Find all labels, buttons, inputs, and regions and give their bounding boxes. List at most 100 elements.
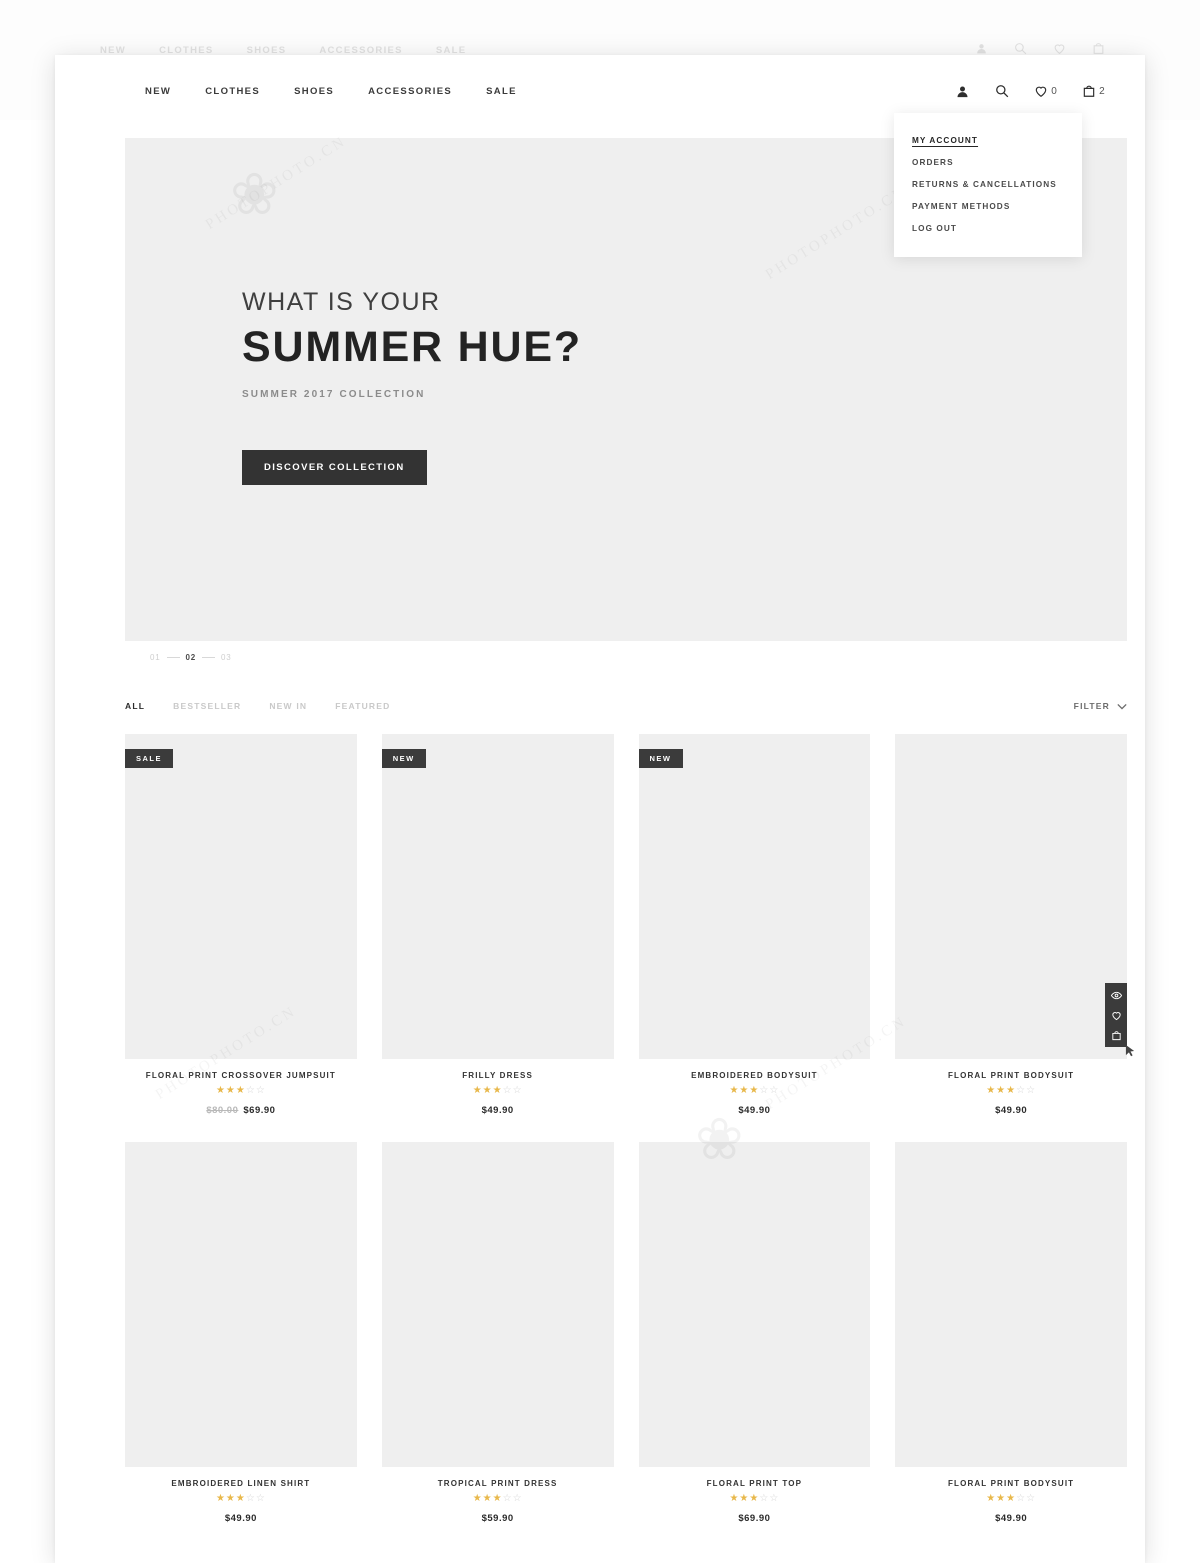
product-title[interactable]: EMBROIDERED LINEN SHIRT bbox=[125, 1479, 357, 1488]
star-filled-icon: ★ bbox=[225, 1493, 236, 1504]
product-current-price: $49.90 bbox=[995, 1105, 1028, 1116]
discover-collection-button[interactable]: DISCOVER COLLECTION bbox=[242, 449, 427, 485]
product-current-price: $49.90 bbox=[738, 1105, 771, 1116]
quickview-button[interactable] bbox=[1109, 988, 1123, 1002]
tab-featured[interactable]: FEATURED bbox=[335, 701, 390, 711]
product-title[interactable]: FLORAL PRINT CROSSOVER JUMPSUIT bbox=[125, 1071, 357, 1080]
bag-icon bbox=[1083, 85, 1095, 97]
tab-all[interactable]: ALL bbox=[125, 701, 145, 711]
product-info: FLORAL PRINT BODYSUIT ★★★☆☆ $49.90 bbox=[895, 1467, 1127, 1524]
slide-indicator-03[interactable]: 03 bbox=[221, 653, 232, 662]
product-info: TROPICAL PRINT DRESS ★★★☆☆ $59.90 bbox=[382, 1467, 614, 1524]
product-card[interactable]: FLORAL PRINT BODYSUIT ★★★☆☆ $49.90 bbox=[895, 734, 1135, 1116]
star-filled-icon: ★ bbox=[472, 1085, 483, 1096]
product-title[interactable]: FLORAL PRINT BODYSUIT bbox=[895, 1071, 1127, 1080]
bag-button[interactable]: 2 bbox=[1082, 84, 1105, 98]
product-card[interactable]: NEW EMBROIDERED BODYSUIT ★★★☆☆ $49.90 bbox=[638, 734, 871, 1116]
star-empty-icon: ☆ bbox=[512, 1085, 523, 1096]
product-rating: ★★★☆☆ bbox=[382, 1086, 614, 1096]
menu-item-payment-methods[interactable]: PAYMENT METHODS bbox=[894, 195, 1082, 217]
wishlist-button[interactable]: 0 bbox=[1034, 84, 1057, 98]
star-filled-icon: ★ bbox=[1006, 1493, 1017, 1504]
product-card[interactable]: FLORAL PRINT TOP ★★★☆☆ $69.90 bbox=[638, 1142, 871, 1524]
product-rating: ★★★☆☆ bbox=[895, 1086, 1127, 1096]
add-to-wishlist-button[interactable] bbox=[1109, 1008, 1123, 1022]
product-price: $49.90 bbox=[125, 1513, 357, 1524]
menu-item-orders[interactable]: ORDERS bbox=[894, 151, 1082, 173]
tab-new-in[interactable]: NEW IN bbox=[269, 701, 307, 711]
nav-item-clothes[interactable]: CLOTHES bbox=[205, 86, 260, 97]
hero-slider-pagination: 01 02 03 bbox=[150, 653, 1145, 662]
menu-item-my-account[interactable]: MY ACCOUNT bbox=[894, 129, 1082, 151]
product-rating: ★★★☆☆ bbox=[639, 1494, 871, 1504]
product-image-placeholder[interactable] bbox=[638, 1142, 871, 1467]
star-empty-icon: ☆ bbox=[502, 1085, 513, 1096]
product-image-placeholder[interactable]: SALE bbox=[125, 734, 357, 1059]
product-title[interactable]: FLORAL PRINT TOP bbox=[639, 1479, 871, 1488]
product-title[interactable]: EMBROIDERED BODYSUIT bbox=[639, 1071, 871, 1080]
product-price: $59.90 bbox=[382, 1513, 614, 1524]
product-card[interactable]: SALE FLORAL PRINT CROSSOVER JUMPSUIT ★★★☆☆… bbox=[125, 734, 357, 1116]
filter-dropdown-toggle[interactable]: FILTER bbox=[1074, 701, 1127, 711]
product-current-price: $59.90 bbox=[481, 1513, 514, 1524]
product-grid: SALE FLORAL PRINT CROSSOVER JUMPSUIT ★★★☆☆… bbox=[125, 734, 1135, 1524]
product-card[interactable]: EMBROIDERED LINEN SHIRT ★★★☆☆ $49.90 bbox=[125, 1142, 357, 1524]
product-info: FLORAL PRINT TOP ★★★☆☆ $69.90 bbox=[639, 1467, 871, 1524]
product-image-placeholder[interactable] bbox=[895, 1142, 1127, 1467]
star-filled-icon: ★ bbox=[215, 1493, 226, 1504]
nav-item-new[interactable]: NEW bbox=[145, 86, 171, 97]
product-image-placeholder[interactable]: NEW bbox=[381, 734, 614, 1059]
product-image-placeholder[interactable]: NEW bbox=[638, 734, 871, 1059]
header-icons: 0 2 bbox=[955, 84, 1105, 99]
product-current-price: $69.90 bbox=[243, 1105, 276, 1116]
star-empty-icon: ☆ bbox=[769, 1493, 780, 1504]
nav-item-sale[interactable]: SALE bbox=[486, 86, 517, 97]
product-image-placeholder[interactable] bbox=[895, 734, 1135, 1059]
product-price: $80.00 $69.90 bbox=[125, 1105, 357, 1116]
bag-icon bbox=[1111, 1030, 1121, 1040]
product-price: $69.90 bbox=[639, 1513, 871, 1524]
product-image-placeholder[interactable] bbox=[125, 1142, 357, 1467]
product-title[interactable]: FRILLY DRESS bbox=[382, 1071, 614, 1080]
star-filled-icon: ★ bbox=[482, 1085, 493, 1096]
nav-item-accessories[interactable]: ACCESSORIES bbox=[368, 86, 452, 97]
product-card[interactable]: NEW FRILLY DRESS ★★★☆☆ $49.90 bbox=[381, 734, 614, 1116]
product-image-placeholder[interactable] bbox=[381, 1142, 614, 1467]
bag-count: 2 bbox=[1099, 85, 1105, 97]
search-button[interactable] bbox=[995, 84, 1009, 98]
product-rating: ★★★☆☆ bbox=[382, 1494, 614, 1504]
account-button[interactable] bbox=[955, 84, 970, 99]
product-info: EMBROIDERED LINEN SHIRT ★★★☆☆ $49.90 bbox=[125, 1467, 357, 1524]
tab-bestseller[interactable]: BESTSELLER bbox=[173, 701, 241, 711]
product-card[interactable]: FLORAL PRINT BODYSUIT ★★★☆☆ $49.90 bbox=[895, 1142, 1127, 1524]
nav-item-shoes[interactable]: SHOES bbox=[294, 86, 334, 97]
menu-item-returns-cancellations[interactable]: RETURNS & CANCELLATIONS bbox=[894, 173, 1082, 195]
star-filled-icon: ★ bbox=[235, 1085, 246, 1096]
star-empty-icon: ☆ bbox=[759, 1493, 770, 1504]
product-info: FLORAL PRINT CROSSOVER JUMPSUIT ★★★☆☆ $80.… bbox=[125, 1059, 357, 1116]
product-card[interactable]: TROPICAL PRINT DRESS ★★★☆☆ $59.90 bbox=[381, 1142, 614, 1524]
slide-indicator-02[interactable]: 02 bbox=[186, 653, 197, 662]
product-rating: ★★★☆☆ bbox=[639, 1086, 871, 1096]
menu-item-log-out[interactable]: LOG OUT bbox=[894, 217, 1082, 239]
star-empty-icon: ☆ bbox=[759, 1085, 770, 1096]
slide-indicator-01[interactable]: 01 bbox=[150, 653, 161, 662]
star-filled-icon: ★ bbox=[729, 1085, 740, 1096]
product-price: $49.90 bbox=[895, 1513, 1127, 1524]
category-tabs: ALL BESTSELLER NEW IN FEATURED bbox=[125, 701, 390, 711]
star-empty-icon: ☆ bbox=[769, 1085, 780, 1096]
star-filled-icon: ★ bbox=[235, 1493, 246, 1504]
product-badge: NEW bbox=[381, 749, 426, 768]
star-filled-icon: ★ bbox=[996, 1493, 1007, 1504]
star-filled-icon: ★ bbox=[472, 1493, 483, 1504]
add-to-cart-button[interactable] bbox=[1109, 1028, 1123, 1042]
star-filled-icon: ★ bbox=[749, 1493, 760, 1504]
product-info: EMBROIDERED BODYSUIT ★★★☆☆ $49.90 bbox=[639, 1059, 871, 1116]
product-old-price: $80.00 bbox=[206, 1105, 239, 1116]
star-empty-icon: ☆ bbox=[1016, 1493, 1027, 1504]
product-title[interactable]: FLORAL PRINT BODYSUIT bbox=[895, 1479, 1127, 1488]
product-hover-toolbar bbox=[1105, 983, 1127, 1047]
product-title[interactable]: TROPICAL PRINT DRESS bbox=[382, 1479, 614, 1488]
star-filled-icon: ★ bbox=[1006, 1085, 1017, 1096]
star-filled-icon: ★ bbox=[986, 1493, 997, 1504]
